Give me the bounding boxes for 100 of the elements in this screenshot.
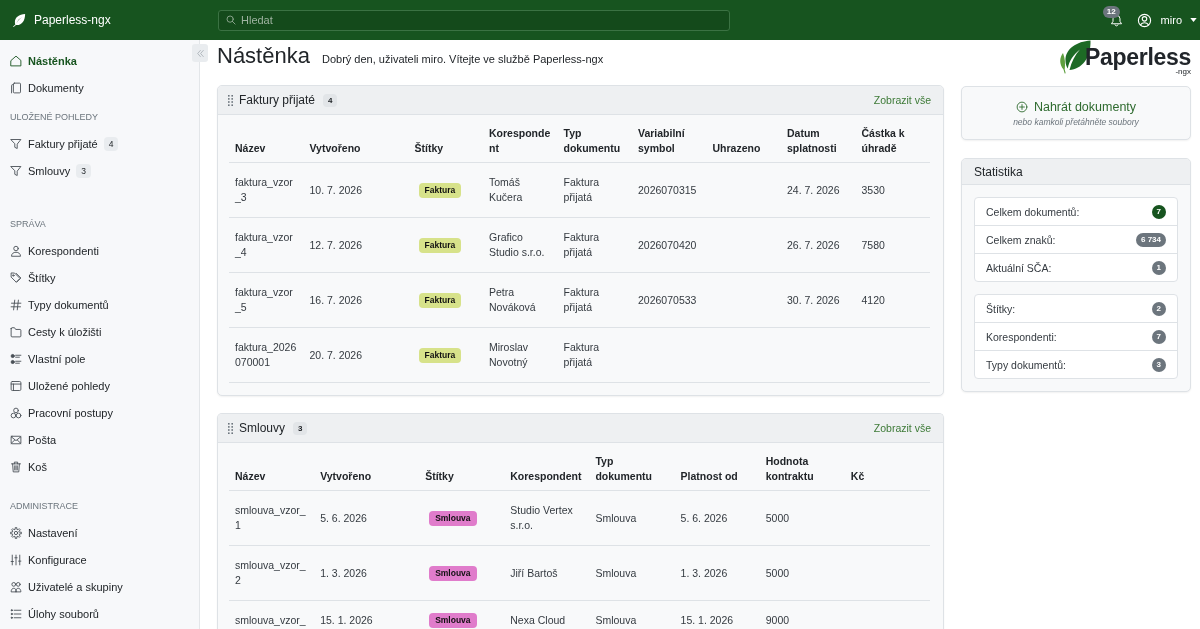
- upload-hint: nebo kamkoli přetáhněte soubory: [1013, 116, 1139, 127]
- folder-icon: [10, 325, 22, 338]
- stat-count-badge: 1: [1151, 260, 1166, 275]
- column-header[interactable]: Vytvořeno: [314, 469, 420, 484]
- app-name[interactable]: Paperless-ngx: [34, 13, 111, 27]
- table-cell-text: 20. 7. 2026: [308, 347, 364, 363]
- view-all-link[interactable]: Zobrazit vše: [873, 422, 931, 434]
- column-header[interactable]: Hodnota kontraktu: [759, 454, 845, 484]
- column-header[interactable]: Korespondent: [483, 126, 558, 156]
- nav-item[interactable]: Pracovní postupy: [0, 399, 185, 426]
- stat-label: Aktuální SČA:: [986, 261, 1052, 274]
- table-cell-text: 26. 7. 2026: [786, 237, 841, 253]
- caret-icon[interactable]: [1190, 18, 1197, 22]
- stat-label: Celkem znaků:: [986, 233, 1056, 246]
- nav-item[interactable]: Dokumenty: [0, 74, 185, 101]
- column-header[interactable]: Platnost od: [674, 469, 760, 484]
- nav-item[interactable]: Konfigurace: [0, 546, 185, 573]
- stats-title: Statistika: [974, 164, 1023, 179]
- search-field[interactable]: Hledat: [218, 9, 730, 31]
- table-cell-text: 15. 1. 2026: [319, 613, 374, 628]
- table-cell-text: Nexa Cloud: [509, 613, 567, 628]
- nav-item[interactable]: Vlastní pole: [0, 345, 185, 372]
- view-all-link[interactable]: Zobrazit vše: [873, 94, 931, 106]
- document-tag: Faktura: [418, 347, 462, 363]
- nav-item[interactable]: Faktury přijaté 4: [0, 130, 185, 157]
- stat-count-badge: 3: [1151, 357, 1166, 372]
- table-cell-text: Smlouva: [594, 565, 638, 581]
- section-heading: ULOŽENÉ POHLEDY: [9, 111, 100, 124]
- people-icon: [10, 580, 22, 593]
- column-header[interactable]: Kč: [844, 469, 930, 484]
- user-name[interactable]: miro: [1160, 14, 1182, 26]
- circles-icon: [10, 406, 22, 419]
- table-cell-text: Faktura přijatá: [562, 230, 601, 260]
- table-cell-text: 4120: [860, 292, 886, 308]
- table-cell-text: 15. 1. 2026: [679, 613, 735, 628]
- hash-icon: [10, 298, 22, 311]
- column-header[interactable]: Typ dokumentu: [589, 454, 675, 484]
- page-title: Nástěnka: [217, 42, 310, 70]
- document-tag: Faktura: [418, 292, 462, 308]
- sliders-icon: [10, 553, 22, 566]
- column-header[interactable]: Název: [229, 141, 304, 156]
- table-cell-text: faktura_vzor_5: [234, 285, 294, 315]
- column-header[interactable]: Korespondent: [504, 469, 590, 484]
- table-cell-text: 30. 7. 2026: [786, 292, 841, 308]
- upload-button[interactable]: Nahrát dokumenty: [1015, 99, 1137, 114]
- upload-dropzone[interactable]: Nahrát dokumenty nebo kamkoli přetáhněte soubory: [961, 86, 1191, 140]
- stat-count-badge: 2: [1151, 301, 1166, 316]
- documents-icon: [10, 81, 22, 94]
- table-cell-text: 2026070420: [637, 237, 698, 253]
- widget-title: Faktury přijaté: [239, 93, 316, 107]
- nav-item[interactable]: Uživatelé a skupiny: [0, 573, 185, 600]
- dot-list-icon: [10, 352, 22, 365]
- person-icon: [10, 244, 22, 257]
- section-heading: ADMINISTRACE: [9, 500, 79, 513]
- nav-item[interactable]: Uložené pohledy: [0, 372, 185, 399]
- table-cell-text: Jiří Bartoš: [509, 565, 559, 581]
- nav-item[interactable]: Typy dokumentů: [0, 291, 185, 318]
- tags-icon: [10, 271, 22, 284]
- table-cell-text: 10. 7. 2026: [308, 182, 364, 198]
- column-header[interactable]: Variabilní symbol: [632, 126, 707, 156]
- table-cell-text: Smlouva: [594, 613, 638, 628]
- nav-item[interactable]: Smlouvy 3: [0, 157, 185, 184]
- table-cell-text: 2026070315: [637, 182, 698, 198]
- table-cell-text: Studio Vertex s.r.o.: [509, 503, 574, 533]
- widget-title: Smlouvy: [239, 421, 285, 435]
- nav-item[interactable]: Úlohy souborů: [0, 600, 185, 627]
- grip-icon[interactable]: [228, 94, 233, 106]
- nav-item[interactable]: Štítky: [0, 264, 185, 291]
- settings-icon: [10, 526, 22, 539]
- document-tag: Smlouva: [429, 613, 477, 628]
- column-header[interactable]: Štítky: [408, 141, 483, 156]
- plus-circle-icon: [1015, 100, 1028, 113]
- table-cell-text: 5. 6. 2026: [679, 510, 729, 526]
- list-icon: [10, 607, 22, 620]
- nav-item[interactable]: Nastavení: [0, 519, 185, 546]
- funnel-icon: [10, 137, 22, 150]
- column-header[interactable]: Název: [229, 469, 315, 484]
- table-cell-text: 9000: [764, 613, 791, 628]
- user-avatar-icon[interactable]: [1136, 12, 1152, 28]
- nav-item[interactable]: Nástěnka: [0, 47, 185, 74]
- table-cell-text: 12. 7. 2026: [308, 237, 364, 253]
- grip-icon[interactable]: [228, 422, 233, 434]
- nav-item[interactable]: Cesty k úložišti: [0, 318, 185, 345]
- table-cell-text: Faktura přijatá: [562, 340, 601, 370]
- column-header[interactable]: Vytvořeno: [303, 141, 409, 156]
- column-header[interactable]: Typ dokumentu: [557, 126, 632, 156]
- stat-label: Korespondenti:: [986, 330, 1057, 343]
- table-cell-text: 1. 3. 2026: [319, 565, 368, 581]
- nav-item[interactable]: Korespondenti: [0, 237, 185, 264]
- stat-count-badge: 7: [1151, 204, 1166, 219]
- nav-item[interactable]: Koš: [0, 453, 185, 480]
- window-icon: [10, 379, 22, 392]
- table-cell-text: Tomáš Kučera: [488, 175, 524, 205]
- table-cell-text: faktura_vzor_3: [234, 175, 294, 205]
- column-header[interactable]: Datum splatnosti: [781, 126, 856, 156]
- envelope-icon: [10, 433, 22, 446]
- nav-item[interactable]: Pošta: [0, 426, 185, 453]
- column-header[interactable]: Částka k úhradě: [855, 126, 930, 156]
- table-cell-text: 5000: [764, 510, 791, 526]
- column-header[interactable]: Štítky: [419, 469, 505, 484]
